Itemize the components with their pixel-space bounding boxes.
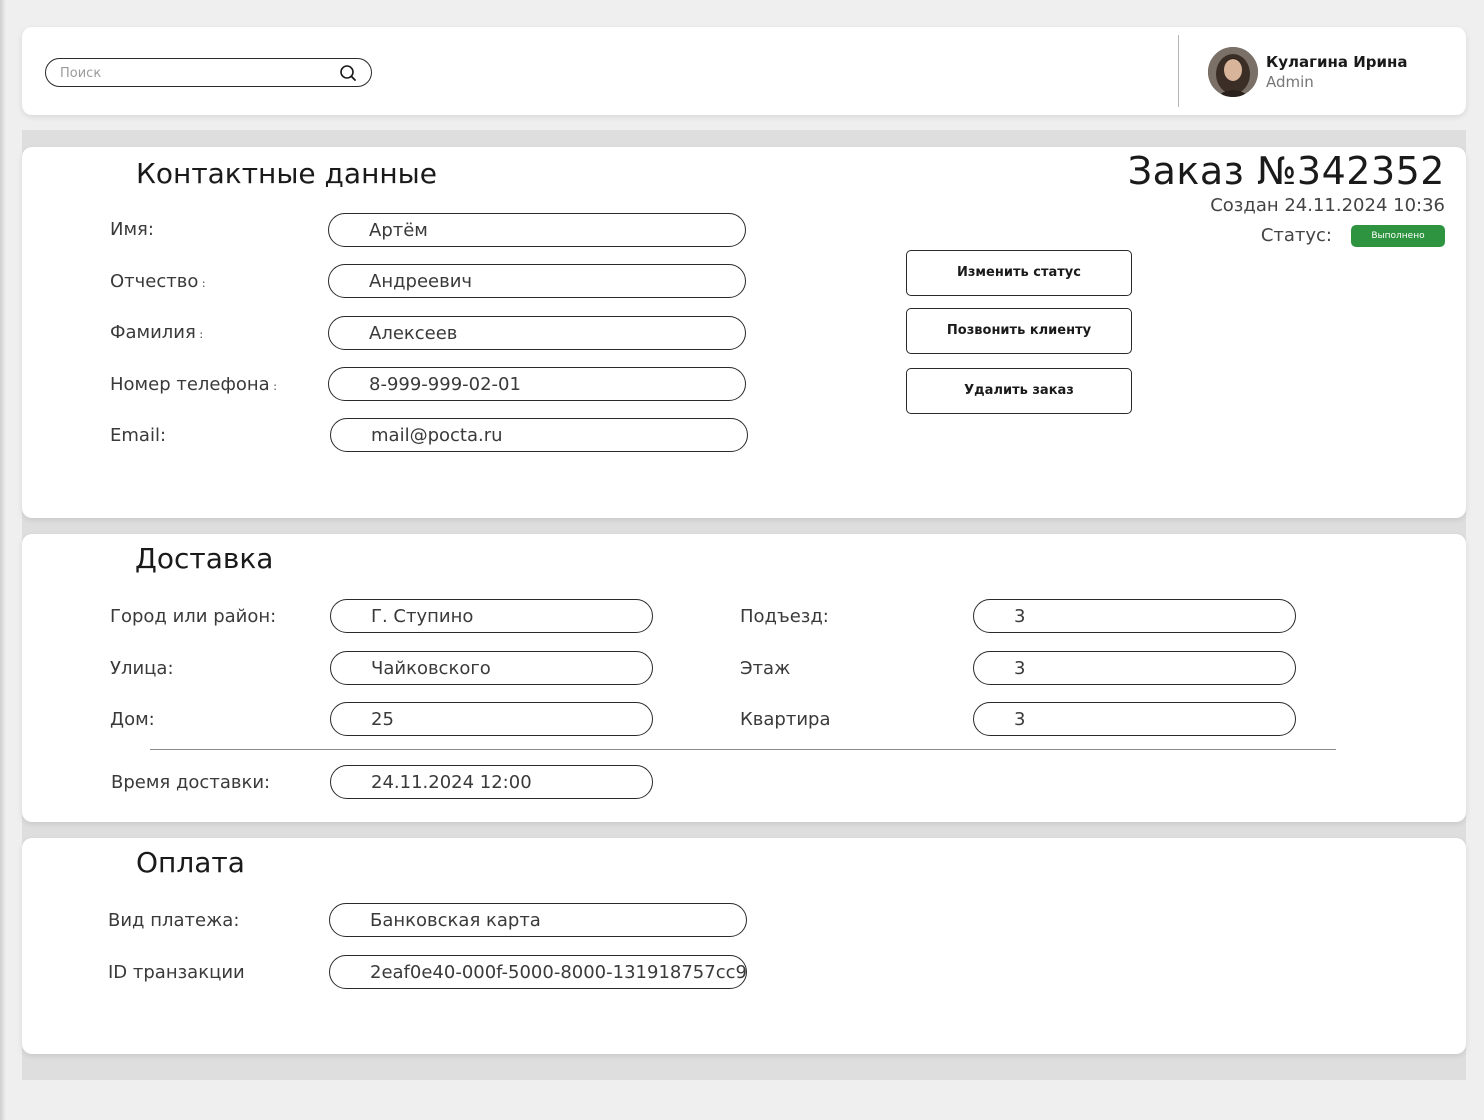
apartment-label: Квартира (740, 709, 831, 730)
user-avatar[interactable] (1208, 47, 1258, 97)
search-icon[interactable] (339, 64, 357, 82)
order-number: Заказ №342352 (1127, 149, 1445, 193)
top-bar: Кулагина Ирина Admin (22, 27, 1466, 115)
floor-field[interactable]: 3 (973, 651, 1296, 685)
city-field[interactable]: Г. Ступино (330, 599, 653, 633)
entrance-label: Подъезд: (740, 606, 829, 627)
delivery-panel: Доставка Город или район: Г. Ступино Ули… (22, 534, 1466, 822)
status-badge: Выполнено (1351, 225, 1445, 247)
label-colon: : (195, 328, 204, 341)
transaction-id-value: 2eaf0e40-000f-5000-8000-131918757cc9 (370, 962, 747, 983)
change-status-button[interactable]: Изменить статус (906, 250, 1132, 296)
delivery-divider (150, 749, 1336, 750)
last-name-label-text: Фамилия (110, 322, 196, 343)
email-field[interactable]: mail@pocta.ru (330, 418, 748, 452)
section-title-payment: Оплата (136, 846, 245, 879)
user-name: Кулагина Ирина (1266, 53, 1408, 71)
status-label: Статус: (1260, 225, 1332, 246)
label-colon: : (269, 380, 277, 393)
apartment-value: 3 (1014, 709, 1026, 730)
delivery-time-field[interactable]: 24.11.2024 12:00 (330, 765, 653, 799)
house-field[interactable]: 25 (330, 702, 653, 736)
phone-field[interactable]: 8-999-999-02-01 (328, 367, 746, 401)
header-divider (1178, 35, 1179, 107)
floor-label: Этаж (740, 658, 791, 679)
first-name-field[interactable]: Артём (328, 213, 746, 247)
last-name-value: Алексеев (369, 323, 458, 344)
street-field[interactable]: Чайковского (330, 651, 653, 685)
delivery-time-label: Время доставки: (111, 772, 271, 793)
patronymic-label-text: Отчество (110, 271, 199, 292)
avatar-photo (1208, 47, 1258, 97)
payment-method-field[interactable]: Банковская карта (329, 903, 747, 937)
transaction-id-label: ID транзакции (108, 962, 245, 983)
last-name-label: Фамилия : (110, 322, 203, 343)
street-label: Улица: (110, 658, 174, 679)
section-title-contact: Контактные данные (136, 157, 438, 190)
house-value: 25 (371, 709, 394, 730)
house-label: Дом: (110, 709, 155, 730)
phone-label-text: Номер телефона (110, 374, 270, 395)
entrance-value: 3 (1014, 606, 1026, 627)
order-created: Создан 24.11.2024 10:36 (1210, 195, 1445, 216)
entrance-field[interactable]: 3 (973, 599, 1296, 633)
label-colon: : (198, 277, 206, 290)
search-box[interactable] (45, 58, 372, 87)
payment-method-value: Банковская карта (370, 910, 541, 931)
payment-panel: Оплата Вид платежа: Банковская карта ID … (22, 838, 1466, 1054)
email-value: mail@pocta.ru (371, 425, 503, 446)
section-title-delivery: Доставка (135, 542, 274, 575)
page: Кулагина Ирина Admin Контактные данные З… (0, 0, 1484, 1120)
patronymic-field[interactable]: Андреевич (328, 264, 746, 298)
user-role: Admin (1266, 73, 1314, 91)
first-name-label: Имя: (110, 219, 154, 240)
last-name-field[interactable]: Алексеев (328, 316, 746, 350)
search-input[interactable] (60, 63, 320, 83)
phone-label: Номер телефона : (110, 374, 277, 395)
delete-order-button[interactable]: Удалить заказ (906, 368, 1132, 414)
contact-panel: Контактные данные Заказ №342352 Создан 2… (22, 147, 1466, 518)
city-label: Город или район: (110, 606, 277, 627)
call-client-button[interactable]: Позвонить клиенту (906, 308, 1132, 354)
patronymic-value: Андреевич (369, 271, 473, 292)
email-label: Email: (110, 425, 167, 446)
delivery-time-value: 24.11.2024 12:00 (371, 772, 532, 793)
transaction-id-field[interactable]: 2eaf0e40-000f-5000-8000-131918757cc9 (329, 955, 747, 989)
phone-value: 8-999-999-02-01 (369, 374, 521, 395)
city-value: Г. Ступино (371, 606, 474, 627)
left-edge-shadow (0, 0, 6, 1120)
street-value: Чайковского (371, 658, 491, 679)
first-name-value: Артём (369, 220, 428, 241)
floor-value: 3 (1014, 658, 1026, 679)
patronymic-label: Отчество : (110, 271, 206, 292)
payment-method-label: Вид платежа: (108, 910, 240, 931)
apartment-field[interactable]: 3 (973, 702, 1296, 736)
